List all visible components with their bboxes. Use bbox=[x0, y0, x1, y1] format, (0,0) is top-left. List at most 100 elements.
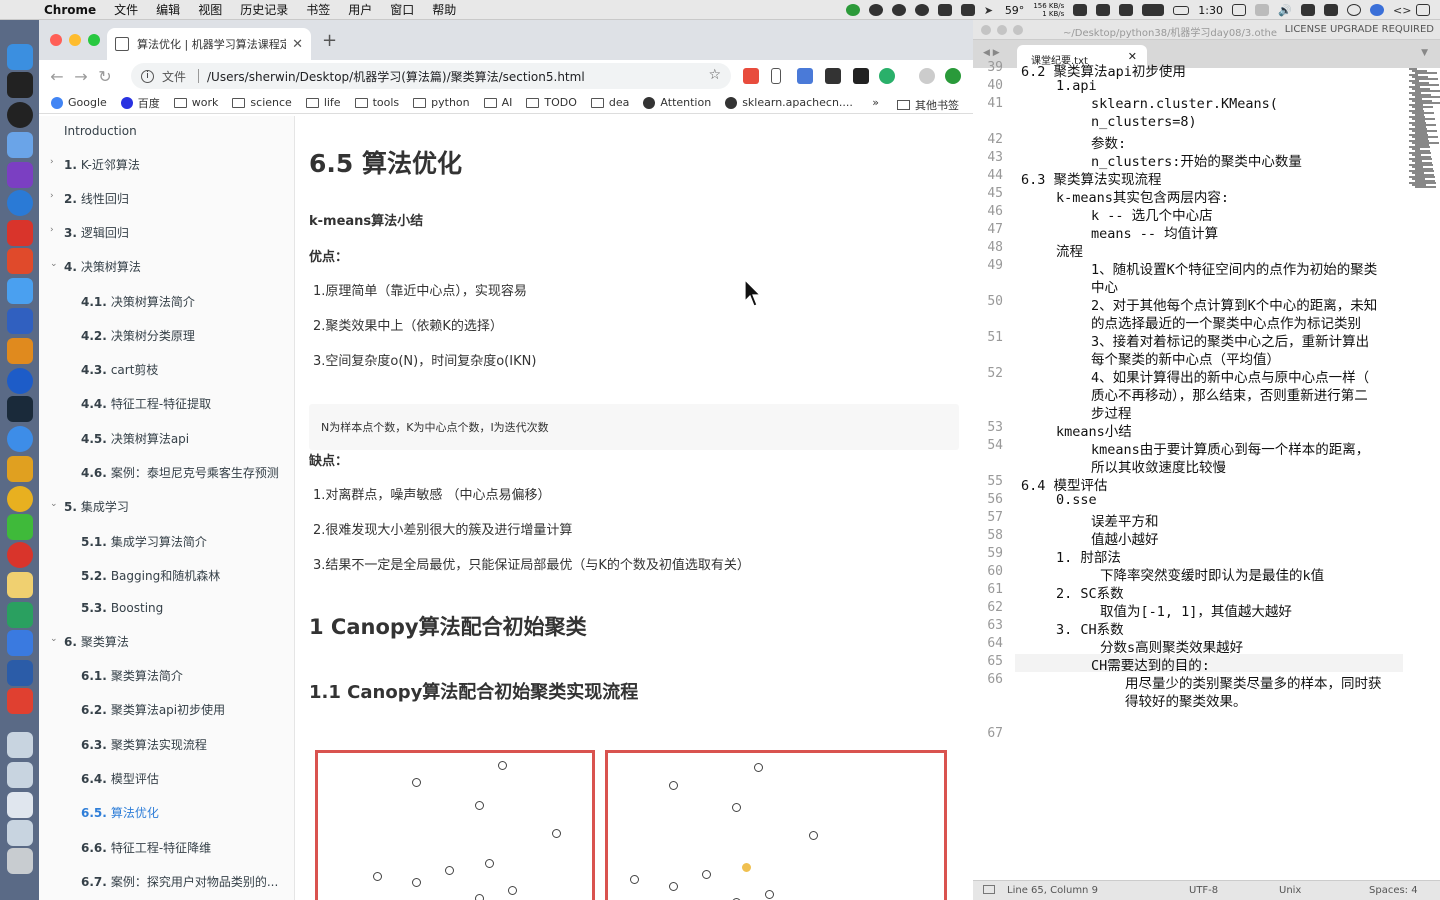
wifi-icon[interactable] bbox=[1255, 4, 1269, 16]
line-endings[interactable]: Unix bbox=[1279, 885, 1301, 896]
x-extension-icon[interactable] bbox=[825, 68, 841, 84]
target-icon[interactable] bbox=[914, 4, 929, 16]
close-tab-icon[interactable]: ✕ bbox=[292, 37, 303, 52]
screen-icon[interactable] bbox=[7, 820, 33, 846]
memory-icon[interactable] bbox=[1142, 4, 1165, 16]
chevron-icon[interactable]: › bbox=[50, 191, 54, 201]
sidebar-item[interactable]: 6.6. 特征工程-特征降维 bbox=[81, 839, 211, 859]
list-icon[interactable] bbox=[1416, 4, 1430, 16]
upload-icon[interactable] bbox=[845, 4, 860, 16]
chevron-icon[interactable]: ⌄ bbox=[50, 634, 58, 644]
menu-history[interactable]: 历史记录 bbox=[240, 1, 288, 18]
sidebar-item[interactable]: 6.5. 算法优化 bbox=[81, 804, 159, 824]
battery-icon[interactable] bbox=[1173, 5, 1190, 15]
tab-dropdown-icon[interactable]: ▼ bbox=[1421, 48, 1428, 58]
sidebar-item[interactable]: 6.3. 聚类算法实现流程 bbox=[81, 736, 207, 756]
wechat-icon[interactable] bbox=[7, 514, 33, 540]
close-window-button[interactable] bbox=[50, 34, 62, 46]
cmd-icon[interactable] bbox=[1232, 4, 1246, 16]
other-bookmarks[interactable]: 其他书签 bbox=[897, 97, 959, 113]
bookmark-python[interactable]: python bbox=[413, 96, 470, 109]
sidebar-item[interactable]: ⌄ 5. 集成学习 bbox=[50, 498, 129, 518]
activity-icon[interactable] bbox=[7, 396, 33, 422]
back-icon[interactable]: ← bbox=[45, 67, 69, 86]
finder-icon[interactable] bbox=[7, 44, 33, 70]
reload-icon[interactable]: ↻ bbox=[93, 67, 117, 86]
preview-icon[interactable] bbox=[7, 132, 33, 158]
editor-minimize-button[interactable] bbox=[997, 25, 1007, 35]
tab-nav-arrows-icon[interactable]: ◀ ▶ bbox=[983, 48, 1000, 58]
menu-file[interactable]: 文件 bbox=[114, 1, 138, 18]
editor-close-button[interactable] bbox=[981, 25, 991, 35]
sidebar-item[interactable]: 5.1. 集成学习算法简介 bbox=[81, 533, 207, 553]
notes-icon[interactable] bbox=[7, 572, 33, 598]
sidebar-item[interactable]: 4.2. 决策树分类原理 bbox=[81, 327, 195, 347]
bookmark-work[interactable]: work bbox=[173, 96, 218, 109]
sublime-icon[interactable] bbox=[7, 338, 33, 364]
obs-icon[interactable] bbox=[7, 102, 33, 128]
panel-toggle-icon[interactable] bbox=[983, 885, 995, 894]
sidebar-item[interactable]: 6.2. 聚类算法api初步使用 bbox=[81, 701, 225, 721]
code-icon[interactable]: <> bbox=[1393, 4, 1411, 17]
address-bar[interactable]: i 文件 /Users/sherwin/Desktop/机器学习(算法篇)/聚类… bbox=[131, 63, 731, 89]
sidebar-item[interactable]: › 3. 逻辑回归 bbox=[50, 224, 129, 244]
sidebar-item[interactable]: ⌄ 4. 决策树算法 bbox=[50, 258, 141, 278]
jh-extension-icon[interactable] bbox=[797, 68, 813, 84]
sidebar-item[interactable]: 6.1. 聚类算法简介 bbox=[81, 667, 183, 687]
bookmark-google[interactable]: Google bbox=[51, 96, 107, 109]
git-icon[interactable] bbox=[7, 248, 33, 274]
panel-icon[interactable] bbox=[1119, 4, 1134, 16]
search-icon[interactable] bbox=[1347, 4, 1361, 16]
sidebar-item[interactable]: 5.2. Bagging和随机森林 bbox=[81, 567, 220, 587]
word-icon[interactable] bbox=[7, 660, 33, 686]
sidebar-item[interactable]: 4.3. cart剪枝 bbox=[81, 361, 158, 381]
chevron-icon[interactable]: ⌄ bbox=[50, 259, 58, 269]
zoom-window-button[interactable] bbox=[88, 34, 100, 46]
chevron-icon[interactable]: › bbox=[50, 225, 54, 235]
bookmark-menu-icon[interactable] bbox=[1096, 4, 1111, 16]
chrome-icon[interactable] bbox=[7, 486, 33, 512]
xcode-icon[interactable] bbox=[7, 456, 33, 482]
app-status-icon[interactable] bbox=[868, 4, 883, 16]
folder-icon[interactable] bbox=[7, 732, 33, 758]
terminal-icon[interactable] bbox=[7, 72, 33, 98]
bookmark-baidu[interactable]: 百度 bbox=[120, 95, 160, 111]
bookmark-todo[interactable]: TODO bbox=[526, 96, 577, 109]
sidebar-item[interactable]: 4.1. 决策树算法简介 bbox=[81, 293, 195, 313]
sidebar-item[interactable]: › 2. 线性回归 bbox=[50, 190, 129, 210]
bookmark-dea[interactable]: dea bbox=[590, 96, 629, 109]
onenote-icon[interactable] bbox=[7, 162, 33, 188]
weather-temp[interactable]: 59° bbox=[1005, 4, 1025, 17]
minimize-window-button[interactable] bbox=[69, 34, 81, 46]
flag-icon[interactable] bbox=[1324, 4, 1338, 16]
minimap[interactable] bbox=[1405, 68, 1440, 188]
script-icon[interactable] bbox=[1301, 4, 1315, 16]
sidebar-item[interactable]: 4.6. 案例：泰坦尼克号乘客生存预测 bbox=[81, 464, 279, 484]
window-icon[interactable] bbox=[7, 308, 33, 334]
bookmark-science[interactable]: science bbox=[232, 96, 292, 109]
grammarly-extension-icon[interactable] bbox=[879, 68, 895, 84]
phone-icon[interactable] bbox=[1073, 4, 1088, 16]
menu-user[interactable]: 用户 bbox=[348, 1, 372, 18]
star-icon[interactable]: ☆ bbox=[708, 67, 721, 83]
menu-bookmarks[interactable]: 书签 bbox=[306, 1, 330, 18]
bookmark-tools[interactable]: tools bbox=[354, 96, 399, 109]
translate-extension-icon[interactable] bbox=[743, 68, 759, 84]
mail-icon[interactable] bbox=[7, 220, 33, 246]
browser-icon[interactable] bbox=[7, 190, 33, 216]
editor-zoom-button[interactable] bbox=[1013, 25, 1023, 35]
browser-tab[interactable]: 算法优化 | 机器学习算法课程定 ✕ bbox=[107, 28, 311, 60]
cloud-icon[interactable] bbox=[891, 4, 906, 16]
bookmark-attention[interactable]: Attention bbox=[643, 96, 711, 109]
bookmark-extension-icon[interactable] bbox=[771, 68, 781, 84]
bookmarks-more-button[interactable]: » bbox=[872, 96, 879, 109]
sidebar-item[interactable]: 6.4. 模型评估 bbox=[81, 770, 159, 790]
baidu-icon[interactable] bbox=[7, 630, 33, 656]
indentation[interactable]: Spaces: 4 bbox=[1369, 885, 1418, 896]
update-icon[interactable] bbox=[945, 68, 961, 84]
volume-icon[interactable]: 🔊 bbox=[1278, 4, 1292, 17]
bookmark-sklearn[interactable]: sklearn.apachecn.... bbox=[725, 96, 853, 109]
menu-edit[interactable]: 编辑 bbox=[156, 1, 180, 18]
chevron-icon[interactable]: ⌄ bbox=[50, 499, 58, 509]
menu-help[interactable]: 帮助 bbox=[432, 1, 456, 18]
